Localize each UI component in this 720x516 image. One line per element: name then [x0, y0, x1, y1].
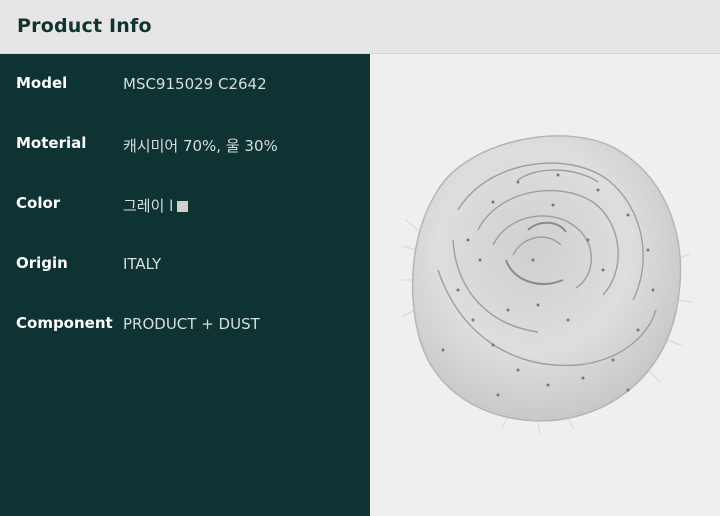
product-image-panel [370, 54, 720, 516]
spec-row-material: Moterial 캐시미어 70%, 울 30% [0, 134, 370, 158]
spec-label-model: Model [16, 74, 68, 92]
product-image [398, 135, 696, 440]
spec-label-material: Moterial [16, 134, 87, 152]
section-title: Product Info [17, 15, 152, 37]
spec-row-origin: Origin ITALY [0, 254, 370, 278]
color-name: 그레이 l [123, 197, 174, 215]
spec-value-material: 캐시미어 70%, 울 30% [123, 137, 278, 155]
spec-row-color: Color 그레이 l [0, 194, 370, 218]
spec-value-model: MSC915029 C2642 [123, 75, 267, 93]
section-header: Product Info [0, 0, 720, 54]
spec-row-model: Model MSC915029 C2642 [0, 74, 370, 98]
spec-value-color: 그레이 l [123, 195, 189, 216]
spec-label-component: Component [16, 314, 113, 332]
spec-value-component: PRODUCT + DUST [123, 315, 260, 333]
spec-label-color: Color [16, 194, 61, 212]
spec-label-origin: Origin [16, 254, 68, 272]
color-swatch [177, 201, 189, 212]
spec-row-component: Component PRODUCT + DUST [0, 314, 370, 338]
spec-panel: Model MSC915029 C2642 Moterial 캐시미어 70%,… [0, 54, 370, 516]
spec-value-origin: ITALY [123, 255, 162, 273]
